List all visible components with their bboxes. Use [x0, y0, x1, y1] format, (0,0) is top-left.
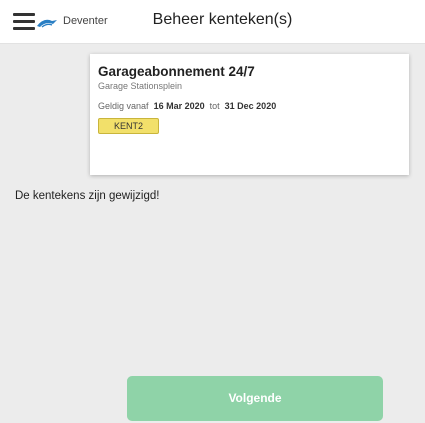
subscription-card: Garageabonnement 24/7 Garage Stationsple… [90, 54, 409, 175]
validity-period: Geldig vanaf 16 Mar 2020 tot 31 Dec 2020 [98, 101, 401, 112]
valid-to-label: tot [209, 101, 220, 111]
top-bar: Deventer Beheer kenteken(s) [0, 0, 425, 44]
page-title: Beheer kenteken(s) [152, 11, 293, 28]
valid-from-label: Geldig vanaf [98, 101, 149, 111]
success-message: De kentekens zijn gewijzigd! [15, 190, 160, 202]
next-button[interactable]: Volgende [127, 376, 383, 421]
subscription-location: Garage Stationsplein [98, 81, 183, 91]
license-plate-badge: KENT2 [98, 118, 159, 134]
valid-to-date: 31 Dec 2020 [224, 101, 277, 111]
valid-from-date: 16 Mar 2020 [153, 101, 205, 111]
subscription-name: Garageabonnement 24/7 [98, 64, 255, 79]
